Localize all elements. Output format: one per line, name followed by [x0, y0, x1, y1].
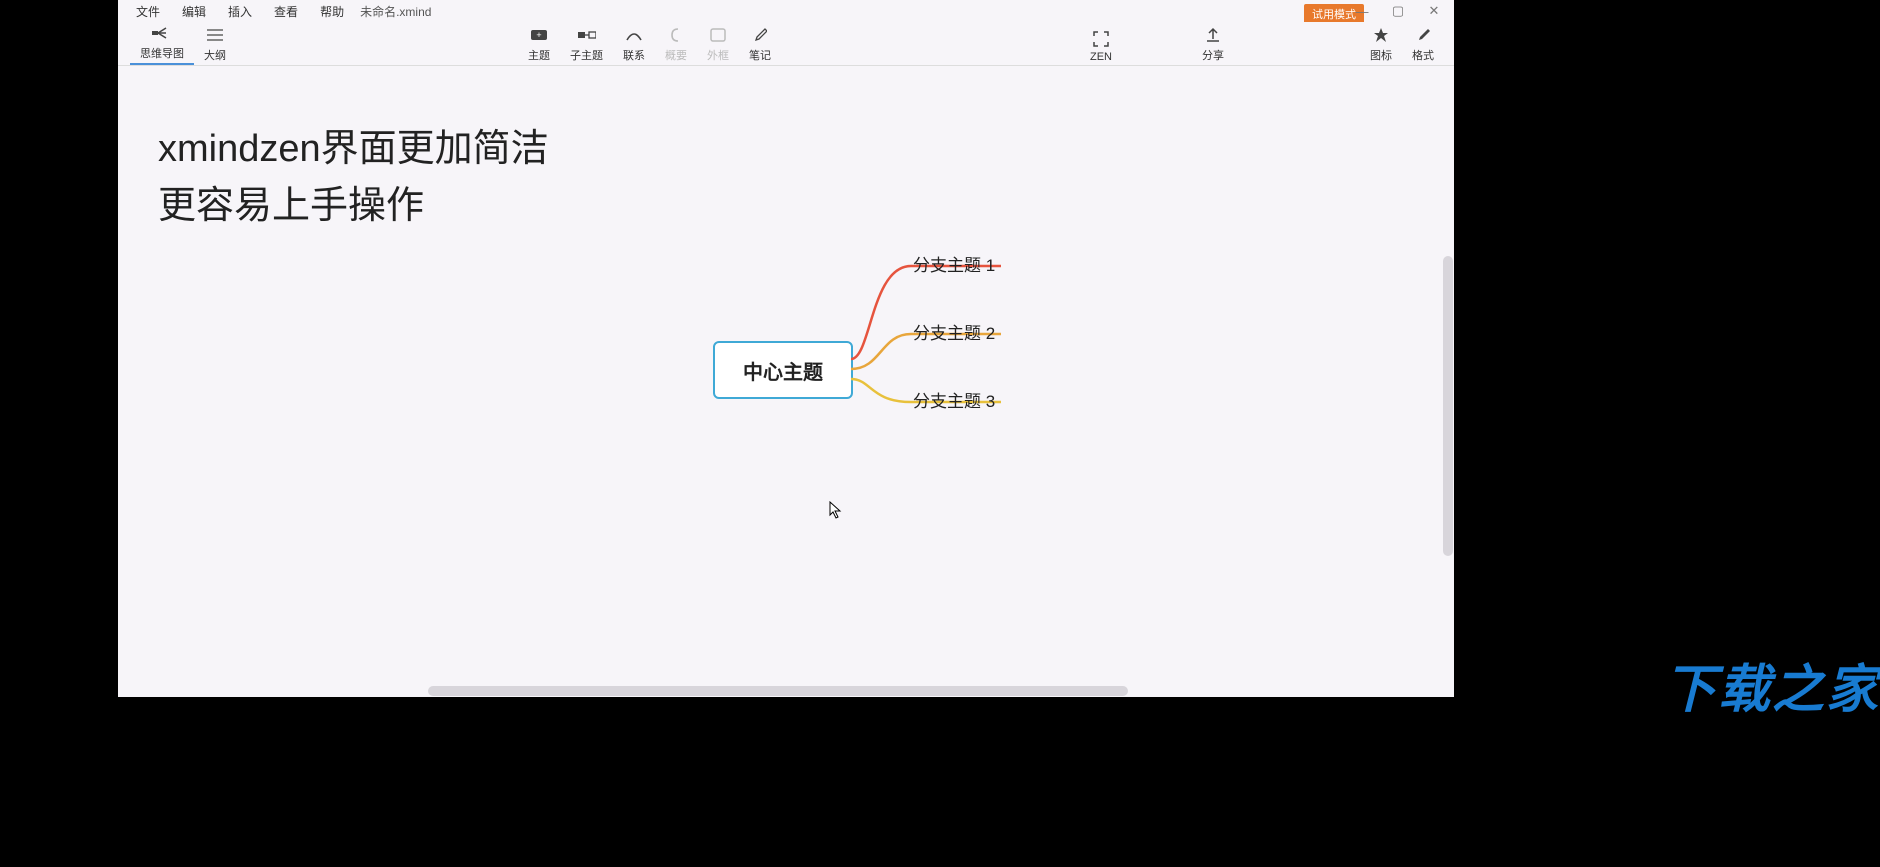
watermark: 下载之家 [1664, 647, 1880, 722]
share-label: 分享 [1202, 47, 1224, 63]
topic-icon: + [529, 25, 549, 45]
share-button[interactable]: 分享 [1192, 23, 1234, 65]
subtopic-button[interactable]: 子主题 [560, 23, 613, 65]
menu-help[interactable]: 帮助 [310, 1, 354, 22]
branch-topic-2[interactable]: 分支主题 2 [913, 319, 995, 344]
relation-button[interactable]: 联系 [613, 23, 655, 65]
zen-label: ZEN [1090, 51, 1112, 63]
central-topic[interactable]: 中心主题 [713, 341, 853, 399]
view-outline-label: 大纲 [204, 47, 226, 63]
outline-icon [205, 25, 225, 45]
branch-topic-3[interactable]: 分支主题 3 [913, 387, 995, 412]
summary-icon [666, 25, 686, 45]
notes-button[interactable]: 笔记 [739, 23, 781, 65]
view-mindmap-button[interactable]: 思维导图 [130, 21, 194, 65]
summary-button[interactable]: 概要 [655, 23, 697, 65]
branch-topic-1[interactable]: 分支主题 1 [913, 251, 995, 276]
mindmap-icon [152, 23, 172, 43]
summary-label: 概要 [665, 47, 687, 63]
view-outline-button[interactable]: 大纲 [194, 23, 236, 65]
boundary-icon [708, 25, 728, 45]
relation-icon [624, 25, 644, 45]
menubar: 文件 编辑 插入 查看 帮助 未命名.xmind 试用模式 — ▢ ✕ [118, 0, 1454, 22]
overlay-line-1: xmindzen界面更加简洁 [158, 121, 549, 178]
scrollbar-vertical[interactable] [1442, 66, 1454, 685]
star-icon [1371, 25, 1391, 45]
scrollbar-horizontal[interactable] [118, 685, 1454, 697]
format-icon [1413, 25, 1433, 45]
relation-label: 联系 [623, 47, 645, 63]
zen-button[interactable]: ZEN [1080, 27, 1122, 65]
notes-icon [750, 25, 770, 45]
canvas[interactable]: xmindzen界面更加简洁 更容易上手操作 中心主题 分支主题 1 分支主题 … [118, 66, 1454, 697]
view-mindmap-label: 思维导图 [140, 45, 184, 61]
icons-label: 图标 [1370, 47, 1392, 63]
menu-file[interactable]: 文件 [126, 1, 170, 22]
menu-edit[interactable]: 编辑 [172, 1, 216, 22]
topic-button[interactable]: + 主题 [518, 23, 560, 65]
window-controls: — ▢ ✕ [1350, 2, 1446, 20]
boundary-label: 外框 [707, 47, 729, 63]
format-label: 格式 [1412, 47, 1434, 63]
cursor-arrow-icon [829, 501, 843, 522]
document-name: 未命名.xmind [360, 3, 431, 20]
window-close-button[interactable]: ✕ [1422, 2, 1446, 20]
share-icon [1203, 25, 1223, 45]
subtopic-icon [577, 25, 597, 45]
format-button[interactable]: 格式 [1402, 23, 1444, 65]
scrollbar-horizontal-thumb[interactable] [428, 686, 1128, 696]
topic-label: 主题 [528, 47, 550, 63]
menu-insert[interactable]: 插入 [218, 1, 262, 22]
boundary-button[interactable]: 外框 [697, 23, 739, 65]
menu-view[interactable]: 查看 [264, 1, 308, 22]
subtopic-label: 子主题 [570, 47, 603, 63]
window-maximize-button[interactable]: ▢ [1386, 2, 1410, 20]
svg-text:+: + [536, 30, 541, 40]
zen-icon [1091, 29, 1111, 49]
notes-label: 笔记 [749, 47, 771, 63]
app-window: 文件 编辑 插入 查看 帮助 未命名.xmind 试用模式 — ▢ ✕ 思维导图… [118, 0, 1454, 697]
scrollbar-vertical-thumb[interactable] [1443, 256, 1453, 556]
toolbar: 思维导图 大纲 + 主题 子主题 联系 概要 [118, 22, 1454, 66]
overlay-line-2: 更容易上手操作 [158, 178, 549, 235]
icons-button[interactable]: 图标 [1360, 23, 1402, 65]
overlay-annotation: xmindzen界面更加简洁 更容易上手操作 [158, 121, 549, 235]
branch-connectors-real [851, 249, 1011, 499]
window-minimize-button[interactable]: — [1350, 2, 1374, 20]
